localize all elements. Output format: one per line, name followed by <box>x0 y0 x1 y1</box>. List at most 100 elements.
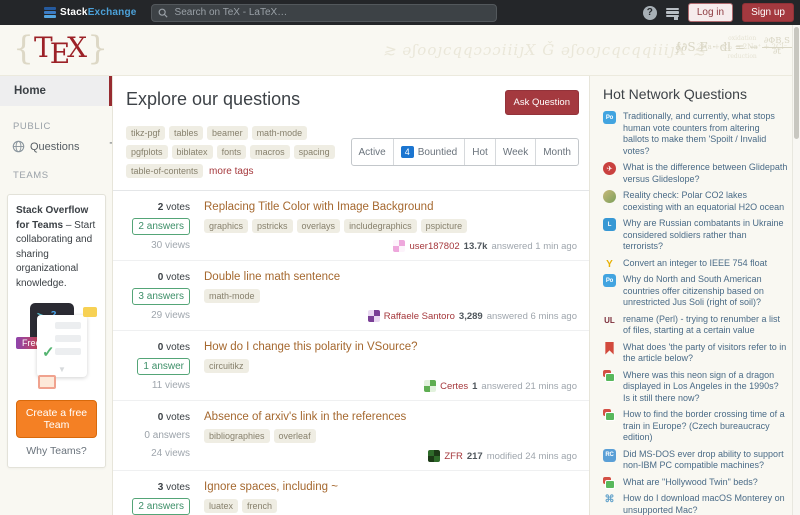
filter-tabs: Active4BountiedHotWeek Month <box>351 138 579 166</box>
login-button[interactable]: Log in <box>688 3 733 22</box>
left-sidebar: Home PUBLIC QuestionsTagsUsersCompaniesU… <box>0 76 113 515</box>
sidebar-section-teams: TEAMS <box>0 155 112 186</box>
tag-pill-biblatex[interactable]: biblatex <box>172 145 213 159</box>
ask-question-button[interactable]: Ask Question <box>505 90 580 115</box>
user-name-link[interactable]: ZFR <box>444 451 462 462</box>
travel-icon <box>603 477 616 490</box>
tag-pill-french[interactable]: french <box>242 499 277 513</box>
globe-icon <box>12 140 25 156</box>
tag-pill-pstricks[interactable]: pstricks <box>252 219 293 233</box>
search-box[interactable] <box>151 4 497 22</box>
tab-bountied[interactable]: 4Bountied <box>393 139 465 165</box>
hot-question-item: LWhy are Russian combatants in Ukraine c… <box>603 218 788 253</box>
view-count: 30 views <box>151 240 190 251</box>
chevron-down-icon: ▼ <box>58 365 66 374</box>
tex-site-logo[interactable]: {TEX} <box>13 28 108 67</box>
search-input[interactable] <box>173 6 490 19</box>
why-teams-link[interactable]: Why Teams? <box>16 445 97 459</box>
tag-pill-fonts[interactable]: fonts <box>217 145 247 159</box>
tag-pill-bibliographies[interactable]: bibliographies <box>204 429 270 443</box>
sidebar-item-questions[interactable]: Questions <box>0 135 80 159</box>
question-summary: How do I change this polarity in VSource… <box>204 340 577 392</box>
question-tags: circuitikz <box>204 359 577 373</box>
view-count: 11 views <box>152 380 190 391</box>
help-icon[interactable]: ? <box>643 6 657 20</box>
right-sidebar: Hot Network Questions PoTraditionally, a… <box>590 76 800 515</box>
tag-pill-table-of-contents[interactable]: table-of-contents <box>126 164 203 178</box>
hot-question-item: ULrename (Perl) - trying to renumber a l… <box>603 314 788 337</box>
scrollbar-thumb[interactable] <box>794 27 799 139</box>
question-title-link[interactable]: Absence of arxiv's link in the reference… <box>204 411 577 423</box>
user-avatar <box>368 310 380 322</box>
signup-button[interactable]: Sign up <box>742 3 794 22</box>
hot-question-link[interactable]: Traditionally, and currently, what stops… <box>623 111 788 157</box>
user-name-link[interactable]: Certes <box>440 381 468 392</box>
more-tags-link[interactable]: more tags <box>209 166 253 177</box>
hot-question-link[interactable]: Convert an integer to IEEE 754 float <box>623 258 788 270</box>
hot-question-link[interactable]: Why do North and South American countrie… <box>623 274 788 309</box>
tab-hot[interactable]: Hot <box>464 139 495 165</box>
tab-active[interactable]: Active <box>352 139 393 165</box>
vote-number: 2 <box>158 202 164 213</box>
question-title-link[interactable]: Ignore spaces, including ~ <box>204 481 577 493</box>
scrollbar[interactable] <box>792 25 800 515</box>
sidebar-item-tags[interactable]: Tags <box>80 135 113 159</box>
hot-question-link[interactable]: What are "Hollywood Twin" beds? <box>623 477 788 489</box>
travel-icon <box>603 409 616 422</box>
create-team-button[interactable]: Create a free Team <box>16 400 97 438</box>
hot-question-link[interactable]: Where was this neon sign of a dragon dis… <box>623 370 788 405</box>
question-stats: 2 votes2 answers30 views <box>126 200 190 252</box>
vote-count: 2 votes <box>158 202 190 213</box>
question-user: Certes1answered 21 mins ago <box>424 373 577 392</box>
question-title-link[interactable]: Double line math sentence <box>204 271 577 283</box>
site-switcher-icon[interactable] <box>666 8 679 18</box>
vote-number: 0 <box>158 272 164 283</box>
question-stats: 3 votes2 answers39 views <box>126 480 190 515</box>
tag-pill-luatex[interactable]: luatex <box>204 499 238 513</box>
tag-pill-tables[interactable]: tables <box>169 126 203 140</box>
politics-icon: Po <box>603 274 616 287</box>
hot-question-link[interactable]: Did MS-DOS ever drop ability to support … <box>623 449 788 472</box>
chat-bubble-outline-icon <box>38 375 56 389</box>
tab-label: Month <box>543 147 571 158</box>
aviation-icon: ✈ <box>603 162 616 175</box>
tag-pill-pgfplots[interactable]: pgfplots <box>126 145 168 159</box>
tag-pill-includegraphics[interactable]: includegraphics <box>344 219 417 233</box>
tag-pill-math-mode[interactable]: math-mode <box>252 126 308 140</box>
decorative-script-formula: ≳ ǝʃooȷcqqɔɔɔiiiȷX Ǧ ǝʃooȷcqcqqiiiȷX ≲ <box>383 41 706 59</box>
answer-count: 2 answers <box>132 498 190 515</box>
hot-question-link[interactable]: What does 'the party of visitors refer t… <box>623 342 788 365</box>
user-name-link[interactable]: Raffaele Santoro <box>384 311 455 322</box>
hot-question-item: ✈ What is the difference between Glidepat… <box>603 162 788 185</box>
hot-question-link[interactable]: Why are Russian combatants in Ukraine co… <box>623 218 788 253</box>
hot-question-link[interactable]: How do I download macOS Monterey on unsu… <box>623 493 788 515</box>
tag-pill-graphics[interactable]: graphics <box>204 219 248 233</box>
hot-question-link[interactable]: rename (Perl) - trying to renumber a lis… <box>623 314 788 337</box>
tab-month[interactable]: Month <box>535 139 578 165</box>
hot-question-item: ⌘How do I download macOS Monterey on uns… <box>603 493 788 515</box>
hot-question-link[interactable]: How to find the border crossing time of … <box>623 409 788 444</box>
tag-pill-pspicture[interactable]: pspicture <box>421 219 468 233</box>
tag-pill-spacing[interactable]: spacing <box>294 145 335 159</box>
tag-pill-macros[interactable]: macros <box>250 145 290 159</box>
hot-question-link[interactable]: Reality check: Polar CO2 lakes coexistin… <box>623 190 788 213</box>
tag-pill-overlays[interactable]: overlays <box>297 219 341 233</box>
topbar-actions: ? Log in Sign up <box>643 3 794 22</box>
bookmark-icon <box>603 342 616 355</box>
user-avatar <box>428 450 440 462</box>
question-title-link[interactable]: Replacing Title Color with Image Backgro… <box>204 201 577 213</box>
tag-pill-overleaf[interactable]: overleaf <box>274 429 316 443</box>
question-title-link[interactable]: How do I change this polarity in VSource… <box>204 341 577 353</box>
hot-question-link[interactable]: What is the difference between Glidepath… <box>623 162 788 185</box>
stackexchange-logo[interactable]: StackExchange <box>44 7 137 18</box>
tag-pill-circuitikz[interactable]: circuitikz <box>204 359 249 373</box>
tab-week[interactable]: Week <box>495 139 535 165</box>
hot-question-item: Po Why do North and South American countr… <box>603 274 788 309</box>
user-name-link[interactable]: user187802 <box>409 241 459 252</box>
tag-pill-tikz-pgf[interactable]: tikz-pgf <box>126 126 165 140</box>
answer-count: 1 answer <box>137 358 190 375</box>
tag-pill-beamer[interactable]: beamer <box>207 126 248 140</box>
page-title: Explore our questions <box>126 89 300 110</box>
sidebar-item-home[interactable]: Home <box>0 76 112 106</box>
tag-pill-math-mode[interactable]: math-mode <box>204 289 260 303</box>
